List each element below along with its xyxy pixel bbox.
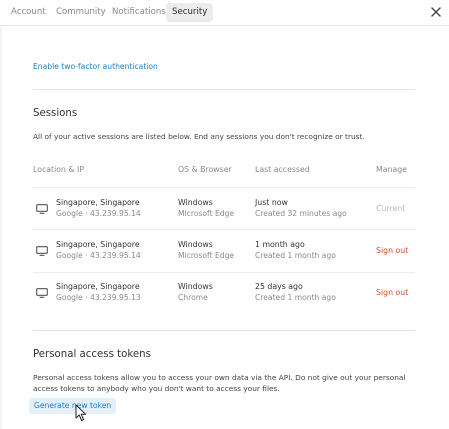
column-header-os-browser: OS & Browser bbox=[178, 165, 232, 174]
session-ip: Google · 43.239.95.13 bbox=[56, 293, 141, 302]
enable-two-factor-link[interactable]: Enable two-factor authentication bbox=[33, 62, 158, 71]
monitor-icon bbox=[36, 288, 48, 298]
monitor-icon bbox=[36, 204, 48, 214]
session-browser: Microsoft Edge bbox=[178, 209, 235, 218]
tab-community[interactable]: Community bbox=[56, 3, 106, 22]
column-header-manage: Manage bbox=[376, 165, 407, 174]
close-icon[interactable] bbox=[429, 5, 443, 19]
session-last-accessed: 1 month ago bbox=[255, 240, 305, 249]
sign-out-button[interactable]: Sign out bbox=[376, 246, 408, 255]
column-header-location: Location & IP bbox=[33, 165, 85, 174]
session-os: Windows bbox=[178, 198, 213, 207]
session-last-accessed: 25 days ago bbox=[255, 282, 303, 291]
tab-security[interactable]: Security bbox=[166, 3, 214, 22]
session-browser: Chrome bbox=[178, 293, 208, 302]
tokens-description-line2: access tokens to anybody who you don't w… bbox=[33, 384, 280, 393]
tab-notifications[interactable]: Notifications bbox=[112, 3, 166, 22]
left-edge-divider bbox=[0, 27, 2, 429]
session-browser: Microsoft Edge bbox=[178, 251, 235, 260]
session-created: Created 1 month ago bbox=[255, 293, 336, 302]
session-os: Windows bbox=[178, 240, 213, 249]
generate-new-token-button[interactable]: Generate new token bbox=[29, 398, 117, 414]
session-created: Created 1 month ago bbox=[255, 251, 336, 260]
tokens-description-line1: Personal access tokens allow you to acce… bbox=[33, 373, 406, 382]
security-settings-page: Account Community Notifications Security… bbox=[0, 0, 449, 429]
settings-tabbar: Account Community Notifications Security bbox=[0, 0, 449, 26]
session-created: Created 32 minutes ago bbox=[255, 209, 347, 218]
section-divider bbox=[33, 330, 415, 331]
session-os: Windows bbox=[178, 282, 213, 291]
sessions-title: Sessions bbox=[33, 108, 78, 119]
row-divider bbox=[33, 229, 415, 230]
tab-account[interactable]: Account bbox=[11, 3, 46, 22]
session-ip: Google · 43.239.95.14 bbox=[56, 251, 141, 260]
session-ip: Google · 43.239.95.14 bbox=[56, 209, 141, 218]
session-location: Singapore, Singapore bbox=[56, 240, 140, 249]
row-divider bbox=[33, 272, 415, 273]
tokens-title: Personal access tokens bbox=[33, 349, 151, 360]
sessions-description: All of your active sessions are listed b… bbox=[33, 132, 365, 141]
section-divider bbox=[33, 89, 415, 90]
monitor-icon bbox=[36, 246, 48, 256]
sign-out-button[interactable]: Sign out bbox=[376, 288, 408, 297]
column-header-last-accessed: Last accessed bbox=[255, 165, 310, 174]
session-last-accessed: Just now bbox=[255, 198, 288, 207]
table-header-divider bbox=[33, 187, 415, 188]
session-location: Singapore, Singapore bbox=[56, 198, 140, 207]
mouse-pointer-icon bbox=[75, 404, 86, 421]
current-session-label: Current bbox=[376, 204, 406, 213]
session-location: Singapore, Singapore bbox=[56, 282, 140, 291]
